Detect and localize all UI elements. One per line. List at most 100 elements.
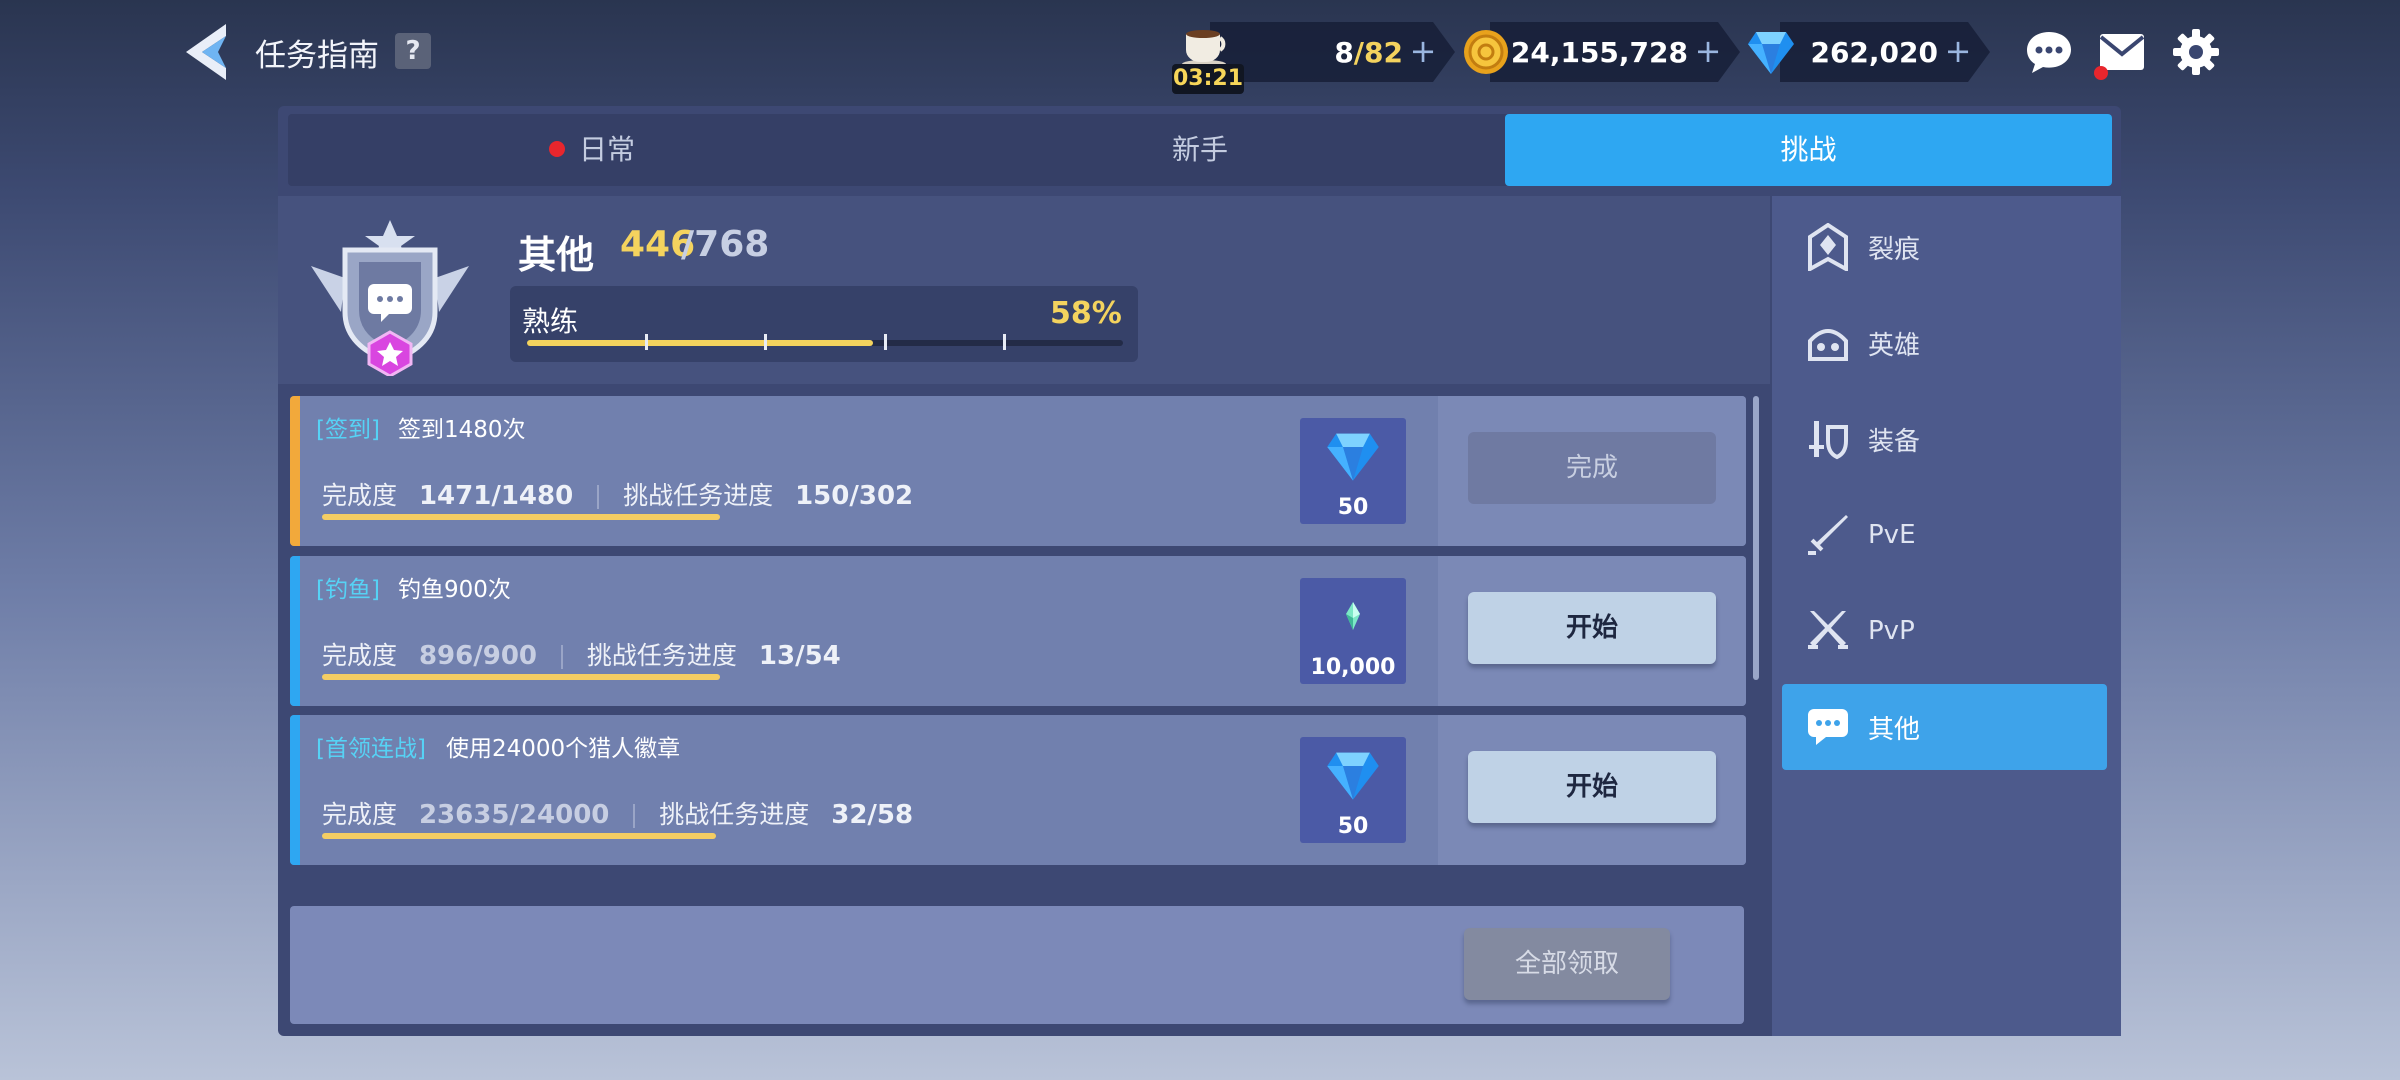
sidebar-item-other[interactable]: 其他 <box>1782 684 2107 770</box>
add-gold-button[interactable]: + <box>1693 34 1723 68</box>
sword-icon <box>1798 513 1858 557</box>
stamina-timer: 03:21 <box>1172 64 1244 94</box>
diamond-icon <box>1327 433 1379 481</box>
rift-icon <box>1798 223 1858 271</box>
mastery-label: 熟练 <box>522 305 579 338</box>
mastery-progress-fill <box>527 340 873 346</box>
sidebar-item-label: 英雄 <box>1868 330 1921 361</box>
help-button[interactable]: ? <box>395 33 431 69</box>
stamina-current: 8 <box>1334 35 1354 69</box>
tab-newbie-label: 新手 <box>1171 133 1228 166</box>
quest-stripe <box>290 715 300 865</box>
diamond-icon <box>1746 28 1796 76</box>
quest-stripe <box>290 396 300 546</box>
back-arrow-icon <box>186 24 226 80</box>
quest-progress-value: 896/900 <box>418 641 538 671</box>
sidebar-item-label: 裂痕 <box>1868 234 1921 265</box>
coffee-cup-icon <box>1180 24 1232 68</box>
quest-row: [首领连战] 使用24000个猎人徽章 完成度 23635/24000 挑战任务… <box>290 715 1746 865</box>
mastery-milestone-tick <box>764 334 767 350</box>
progress-divider <box>597 485 600 509</box>
quest-challenge-value: 32/58 <box>831 800 914 830</box>
claim-all-button[interactable]: 全部领取 <box>1464 928 1670 1000</box>
quest-progress: 完成度 23635/24000 挑战任务进度 32/58 <box>322 795 913 831</box>
quest-category: [首领连战] <box>316 736 426 762</box>
mastery-box <box>510 286 1138 362</box>
reward-amount: 50 <box>1337 495 1369 520</box>
sidebar-item-label: 其他 <box>1868 714 1921 745</box>
quest-progress-bar <box>322 674 720 680</box>
reward-amount: 10,000 <box>1310 655 1396 680</box>
add-stamina-button[interactable]: + <box>1408 34 1438 68</box>
quest-progress-value: 1471/1480 <box>418 481 574 511</box>
quest-category: [钓鱼] <box>316 577 380 603</box>
quest-progress-value: 23635/24000 <box>418 800 610 830</box>
mail-notification-dot <box>2094 66 2108 80</box>
quest-progress: 完成度 896/900 挑战任务进度 13/54 <box>322 636 841 672</box>
diamond-icon <box>1327 752 1379 800</box>
quest-category: [签到] <box>316 417 380 443</box>
chat-bubble-icon <box>1798 707 1858 747</box>
equipment-icon <box>1798 417 1858 461</box>
quest-challenge-value: 150/302 <box>795 481 914 511</box>
mastery-percent: 58% <box>1050 296 1122 331</box>
mastery-milestone-tick <box>884 334 887 350</box>
quest-progress-label: 完成度 <box>322 800 398 829</box>
sidebar-item-pvp[interactable]: PvP <box>1782 588 2107 674</box>
quest-progress: 完成度 1471/1480 挑战任务进度 150/302 <box>322 476 913 512</box>
mastery-milestone-tick <box>645 334 648 350</box>
sidebar-item-pve[interactable]: PvE <box>1782 492 2107 578</box>
quest-list-scrollbar[interactable] <box>1753 396 1759 680</box>
tab-challenge-label: 挑战 <box>1780 133 1837 166</box>
quest-row: [签到] 签到1480次 完成度 1471/1480 挑战任务进度 150/30… <box>290 396 1746 546</box>
quest-row: [钓鱼] 钓鱼900次 完成度 896/900 挑战任务进度 13/54 10,… <box>290 556 1746 706</box>
reward-slot[interactable]: 10,000 <box>1300 578 1406 684</box>
quest-start-button[interactable]: 开始 <box>1468 592 1716 664</box>
crossed-swords-icon <box>1798 609 1858 653</box>
quest-challenge-label: 挑战任务进度 <box>586 641 737 670</box>
tab-alert-dot <box>548 141 565 157</box>
stamina-separator: / <box>1353 35 1365 69</box>
sidebar-item-label: PvP <box>1868 616 1915 646</box>
chat-icon[interactable] <box>2025 30 2073 74</box>
sidebar-item-label: 装备 <box>1868 426 1921 457</box>
quest-challenge-value: 13/54 <box>758 641 841 671</box>
quest-stripe <box>290 556 300 706</box>
quest-progress-label: 完成度 <box>322 641 398 670</box>
quest-complete-button[interactable]: 完成 <box>1468 432 1716 504</box>
quest-start-button[interactable]: 开始 <box>1468 751 1716 823</box>
reward-slot[interactable]: 50 <box>1300 418 1406 524</box>
add-gem-button[interactable]: + <box>1943 34 1973 68</box>
progress-divider <box>633 804 636 828</box>
quest-challenge-label: 挑战任务进度 <box>659 800 810 829</box>
page-title: 任务指南 <box>255 38 379 74</box>
category-title: 其他 <box>518 233 595 277</box>
reward-amount: 50 <box>1337 814 1369 839</box>
tab-daily[interactable]: 日常 <box>288 114 896 186</box>
quest-progress-bar <box>322 833 716 839</box>
settings-gear-icon[interactable] <box>2172 28 2220 76</box>
sidebar-item-equipment[interactable]: 装备 <box>1782 396 2107 482</box>
progress-divider <box>560 645 563 669</box>
stamina-max: 82 <box>1364 35 1403 69</box>
quest-progress-label: 完成度 <box>322 481 398 510</box>
mail-icon[interactable] <box>2098 32 2146 72</box>
quest-name: 使用24000个猎人徽章 <box>446 736 681 762</box>
tab-daily-label: 日常 <box>578 133 635 166</box>
sidebar-item-label: PvE <box>1868 520 1916 550</box>
category-badge-icon <box>305 216 475 378</box>
reward-slot[interactable]: 50 <box>1300 737 1406 843</box>
back-button[interactable] <box>180 22 236 82</box>
quest-name: 钓鱼900次 <box>398 577 511 603</box>
mastery-milestone-tick <box>1003 334 1006 350</box>
quest-name: 签到1480次 <box>398 417 526 443</box>
tab-newbie[interactable]: 新手 <box>896 114 1504 186</box>
sidebar-item-hero[interactable]: 英雄 <box>1782 300 2107 386</box>
quest-challenge-label: 挑战任务进度 <box>623 481 774 510</box>
hero-icon <box>1798 321 1858 365</box>
sidebar-item-rift[interactable]: 裂痕 <box>1782 204 2107 290</box>
quest-progress-bar <box>322 514 720 520</box>
crystal-icon <box>1346 602 1360 630</box>
tab-challenge[interactable]: 挑战 <box>1505 114 2112 186</box>
category-score-total: /768 <box>681 224 770 265</box>
